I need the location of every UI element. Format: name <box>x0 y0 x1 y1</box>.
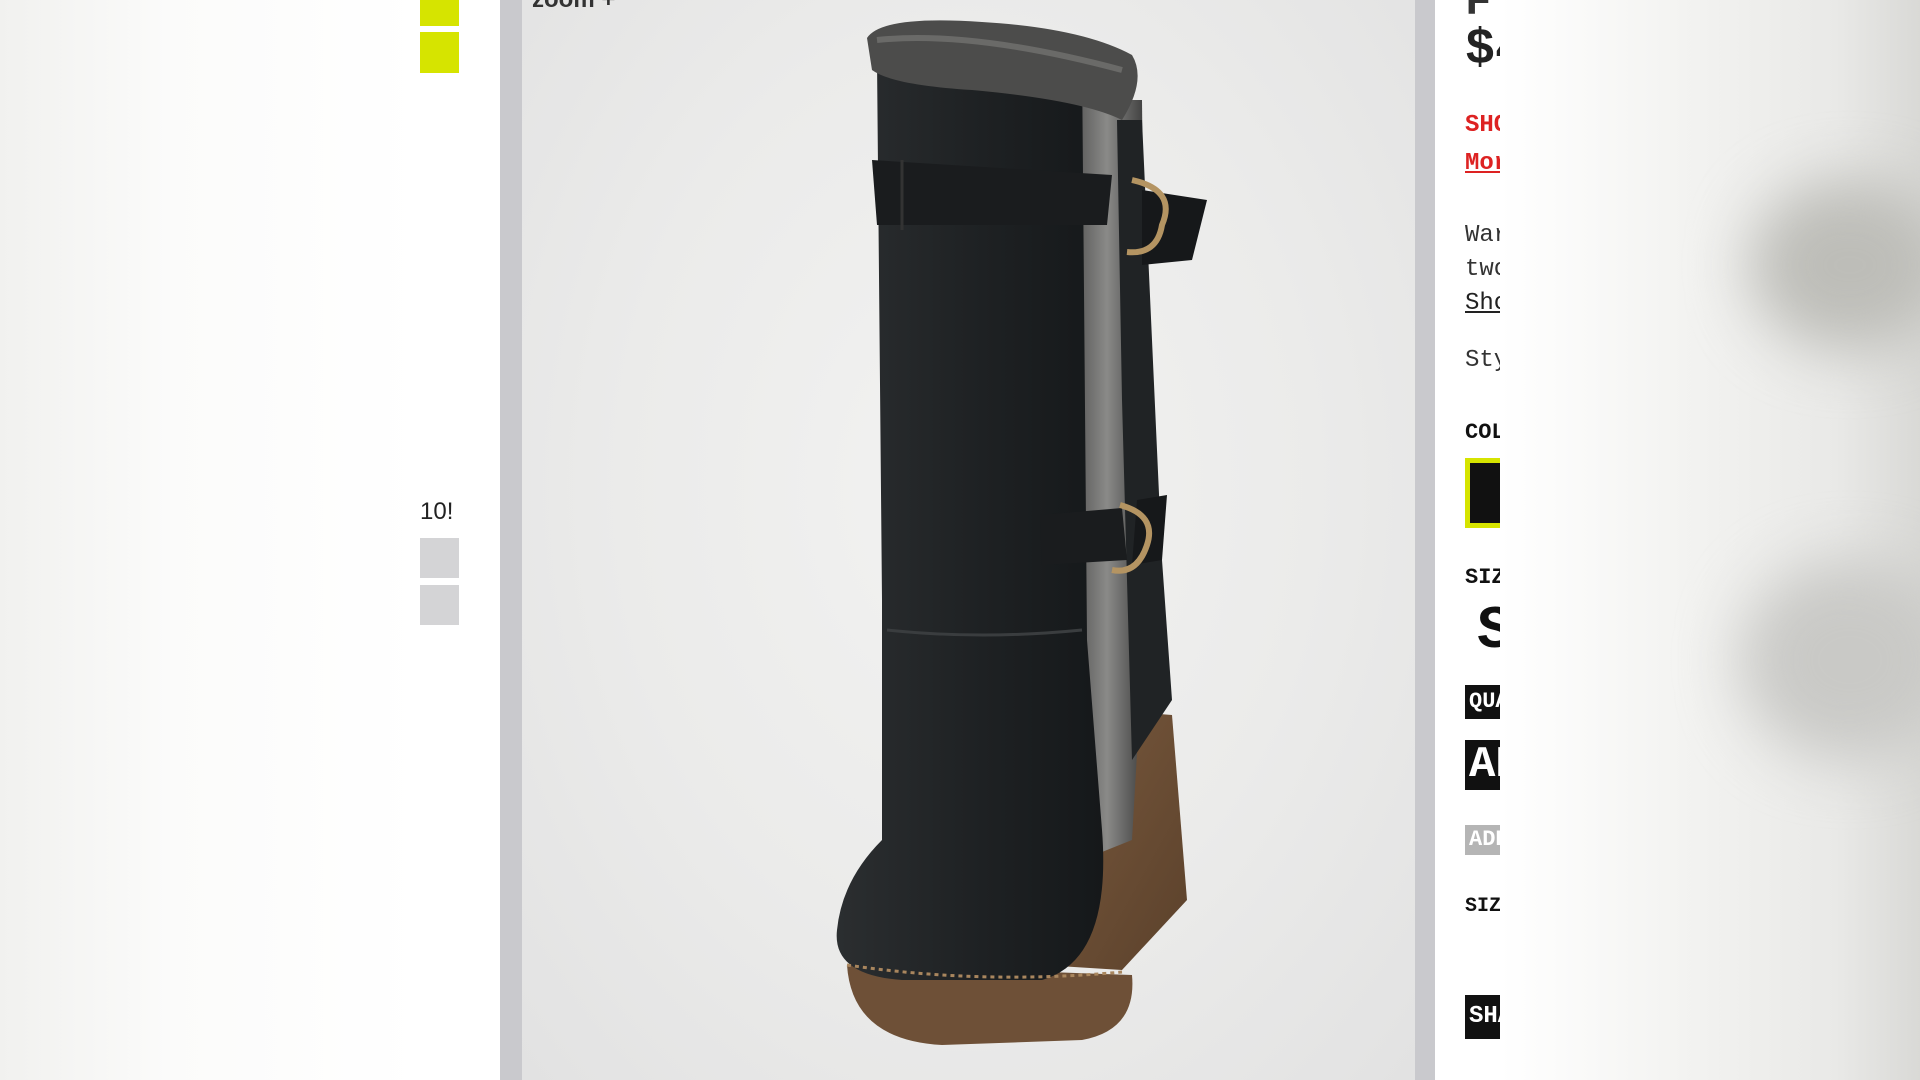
more-link[interactable]: More <box>1465 150 1500 177</box>
yellow-color-swatch[interactable] <box>420 32 459 73</box>
lower-strap <box>1040 508 1127 565</box>
blur-shape <box>1740 560 1920 760</box>
size-selector[interactable]: S <box>1477 598 1500 666</box>
add-to-bag-button[interactable]: AD <box>1465 740 1500 790</box>
boot-illustration <box>836 20 1207 1045</box>
color-swatch-selected[interactable] <box>1465 458 1500 528</box>
upper-strap-tail <box>1142 190 1207 265</box>
yellow-color-swatch[interactable] <box>420 0 459 26</box>
description-line: two <box>1465 256 1500 283</box>
product-image-frame: zoom + <box>500 0 1435 1080</box>
zoom-link[interactable]: zoom + <box>532 0 615 14</box>
description-line: Warr <box>1465 222 1500 249</box>
product-price: $4 <box>1465 22 1500 79</box>
size-label: SIZE <box>1465 565 1500 590</box>
blur-shape <box>1750 180 1920 350</box>
shop-label: SHOP <box>1465 112 1500 139</box>
gray-thumbnail[interactable] <box>420 585 459 625</box>
promo-text: 10! <box>420 498 454 525</box>
product-image[interactable]: zoom + <box>522 0 1415 1080</box>
product-page-screenshot: 10! zoom + <box>420 0 1500 1080</box>
left-sidebar: 10! <box>420 0 470 1080</box>
page-background-left <box>0 0 420 1080</box>
style-label: Styl <box>1465 347 1500 374</box>
add-to-wishlist-button[interactable]: ADD <box>1465 825 1500 855</box>
share-button[interactable]: SHA <box>1465 995 1500 1039</box>
gray-thumbnail[interactable] <box>420 538 459 578</box>
quantity-label: QUAN <box>1465 685 1500 719</box>
product-info-panel: F $4 SHOP More Warr two Sho Styl COLO SI… <box>1435 0 1500 1080</box>
description-link[interactable]: Sho <box>1465 290 1500 317</box>
size-chart-link[interactable]: SIZE <box>1465 895 1500 918</box>
page-background-right <box>1500 0 1920 1080</box>
color-label: COLO <box>1465 420 1500 445</box>
